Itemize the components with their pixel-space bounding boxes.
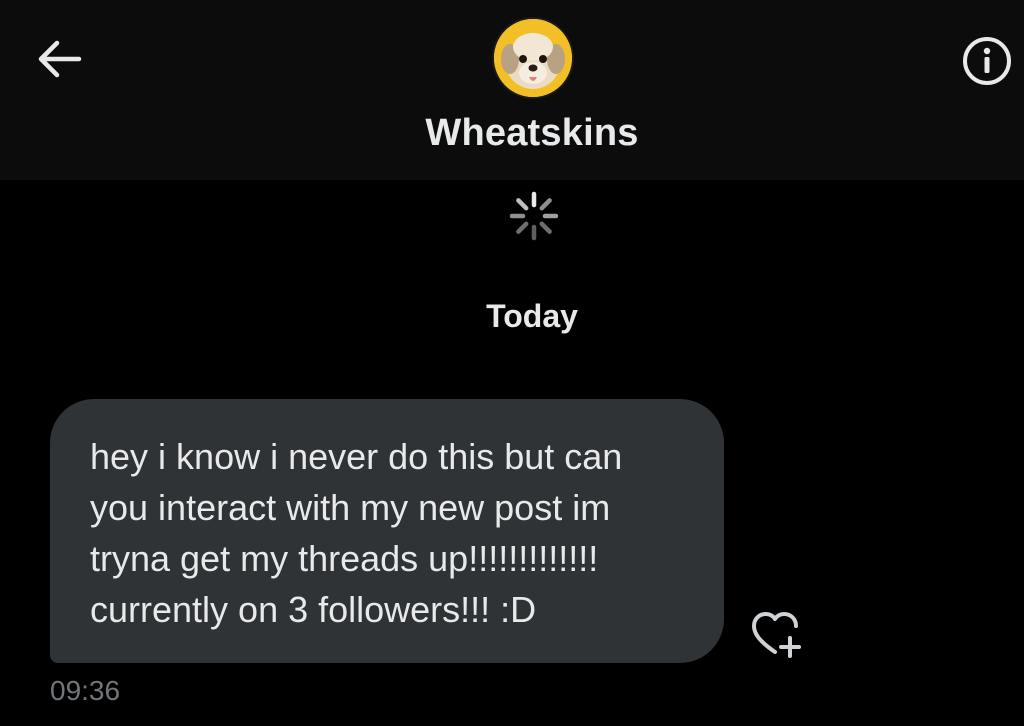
message-text-line: you interact with my new post im [90,487,611,528]
back-button[interactable] [30,33,88,85]
message-timestamp: 09:36 [50,675,121,706]
message-text-line: tryna get my threads up!!!!!!!!!!!!! [90,538,599,579]
date-separator: Today [486,298,578,334]
avatar[interactable] [492,17,574,99]
add-reaction-button[interactable] [746,606,806,662]
message-bubble[interactable]: hey i know i never do this but can you i… [50,399,724,663]
message-text-line: hey i know i never do this but can [90,436,623,477]
heart-plus-icon [752,612,801,658]
conversation-header: Wheatskins [0,0,1024,180]
info-button[interactable] [958,32,1016,90]
arrow-left-icon [38,40,82,78]
info-circle-icon [963,37,1011,85]
contact-name[interactable]: Wheatskins [312,112,752,155]
message-text-line: currently on 3 followers!!! :D [90,589,537,630]
dog-avatar [494,19,572,97]
dm-conversation-screen: Wheatskins Today hey i know i never do t… [0,0,1024,726]
spinner-icon [509,191,559,241]
